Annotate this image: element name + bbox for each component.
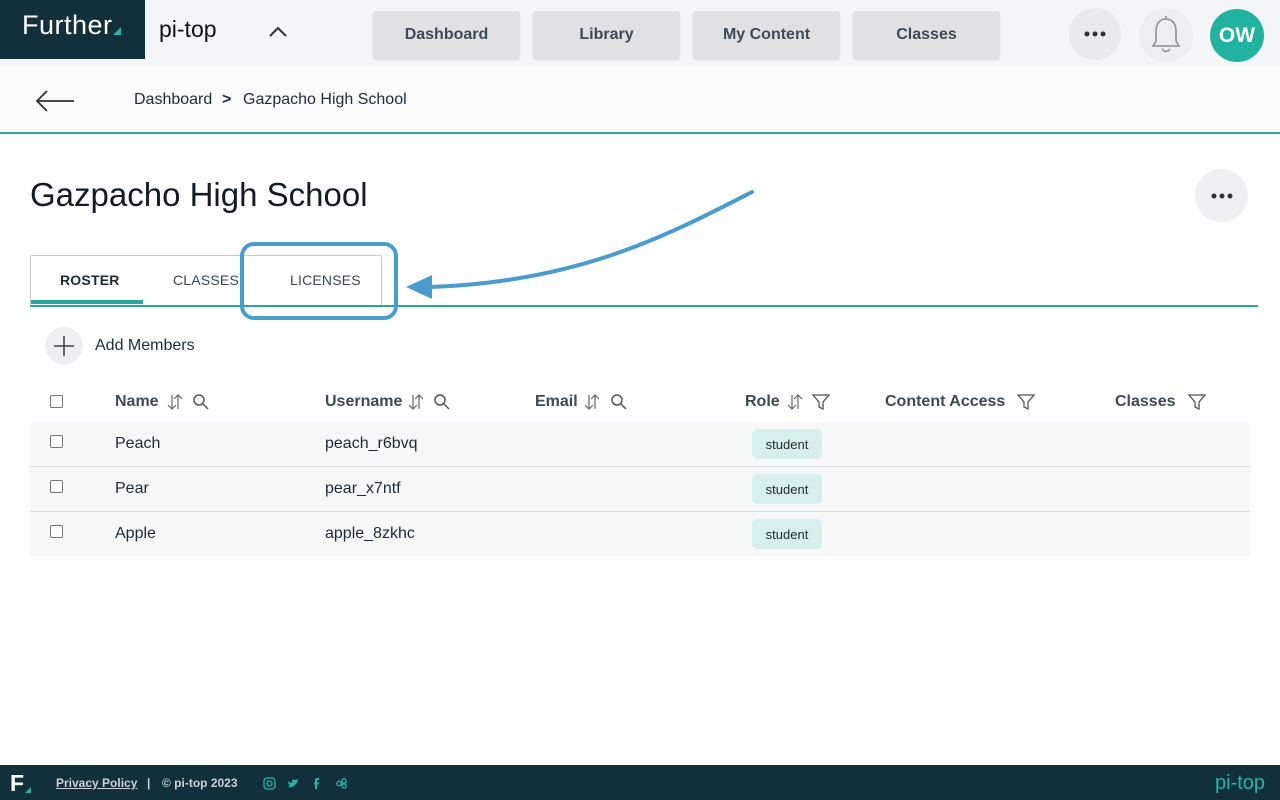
column-header-name: Name	[115, 393, 159, 410]
brand-triangle	[113, 27, 121, 35]
column-header-username: Username	[325, 393, 403, 410]
org-name: pi-top	[159, 16, 217, 42]
nav-library-button[interactable]: Library	[533, 11, 680, 58]
annotation-arrow	[406, 190, 754, 299]
add-members-label[interactable]: Add Members	[95, 337, 195, 355]
user-avatar[interactable]: OW	[1210, 9, 1264, 62]
table-row[interactable]	[30, 467, 1250, 511]
tab-classes[interactable]: CLASSES	[173, 272, 239, 288]
role-badge: student	[752, 474, 822, 504]
instagram-icon[interactable]	[263, 777, 276, 790]
filter-icon[interactable]	[1188, 393, 1206, 411]
footer: F Privacy Policy | © pi-top 2023 pi-top	[0, 765, 1280, 800]
facebook-icon[interactable]	[311, 777, 324, 790]
copyright-text: © pi-top 2023	[162, 776, 238, 790]
ellipsis-icon	[1084, 31, 1106, 37]
row-checkbox[interactable]	[50, 480, 63, 493]
breadcrumb-dashboard-link[interactable]: Dashboard	[134, 91, 212, 109]
table-row[interactable]	[30, 512, 1250, 556]
sort-icon[interactable]	[786, 393, 804, 411]
footer-logo-triangle	[25, 787, 31, 793]
back-arrow-icon[interactable]	[34, 88, 76, 114]
column-header-email: Email	[535, 393, 578, 410]
breadcrumb-separator: >	[222, 91, 232, 108]
breadcrumb-bar: Dashboard > Gazpacho High School	[0, 66, 1280, 134]
breadcrumb-current: Gazpacho High School	[243, 91, 407, 108]
select-all-checkbox[interactable]	[50, 395, 63, 408]
nav-classes-button[interactable]: Classes	[853, 11, 1000, 58]
search-icon[interactable]	[610, 393, 628, 411]
school-options-button[interactable]	[1195, 169, 1248, 222]
page-title: Gazpacho High School	[30, 176, 368, 213]
ellipsis-icon	[1211, 193, 1232, 198]
cell-name: Peach	[115, 435, 161, 452]
column-header-role: Role	[745, 393, 780, 410]
brand-name: Further	[22, 10, 113, 40]
footer-separator: |	[147, 776, 151, 790]
notifications-button[interactable]	[1139, 8, 1193, 62]
search-icon[interactable]	[192, 393, 210, 411]
nav-my-content-button[interactable]: My Content	[693, 11, 840, 58]
add-members-button[interactable]	[45, 327, 83, 365]
footer-logo[interactable]: F	[10, 770, 24, 797]
cell-name: Apple	[115, 525, 156, 542]
cell-username: apple_8zkhc	[325, 525, 415, 542]
row-checkbox[interactable]	[50, 435, 63, 448]
role-badge: student	[752, 519, 822, 549]
row-checkbox[interactable]	[50, 525, 63, 538]
chevron-up-icon[interactable]	[264, 20, 292, 44]
column-header-classes: Classes	[1115, 393, 1176, 410]
pi-top-icon[interactable]	[335, 777, 348, 790]
further-logo[interactable]: Further	[0, 0, 145, 59]
top-bar: Further pi-top Dashboard Library My Cont…	[0, 0, 1280, 66]
bell-icon	[1151, 16, 1181, 53]
cell-username: pear_x7ntf	[325, 480, 401, 497]
privacy-policy-link[interactable]: Privacy Policy	[56, 776, 137, 790]
sort-icon[interactable]	[583, 393, 601, 411]
tab-divider	[30, 305, 1258, 307]
sort-icon[interactable]	[166, 393, 184, 411]
filter-icon[interactable]	[812, 393, 830, 411]
tab-roster[interactable]: ROSTER	[60, 272, 120, 288]
active-tab-indicator	[31, 300, 143, 304]
table-row[interactable]	[30, 422, 1250, 466]
plus-icon	[54, 336, 74, 356]
footer-pi-top-logo[interactable]: pi-top	[1215, 772, 1265, 795]
search-icon[interactable]	[433, 393, 451, 411]
column-header-content-access: Content Access	[885, 393, 1006, 410]
cell-name: Pear	[115, 480, 149, 497]
filter-icon[interactable]	[1017, 393, 1035, 411]
more-options-button[interactable]	[1069, 8, 1121, 60]
twitter-icon[interactable]	[287, 777, 300, 790]
sort-icon[interactable]	[407, 393, 425, 411]
nav-dashboard-button[interactable]: Dashboard	[373, 11, 520, 58]
licenses-highlight-annotation	[240, 242, 398, 320]
role-badge: student	[752, 429, 822, 459]
cell-username: peach_r6bvq	[325, 435, 418, 452]
